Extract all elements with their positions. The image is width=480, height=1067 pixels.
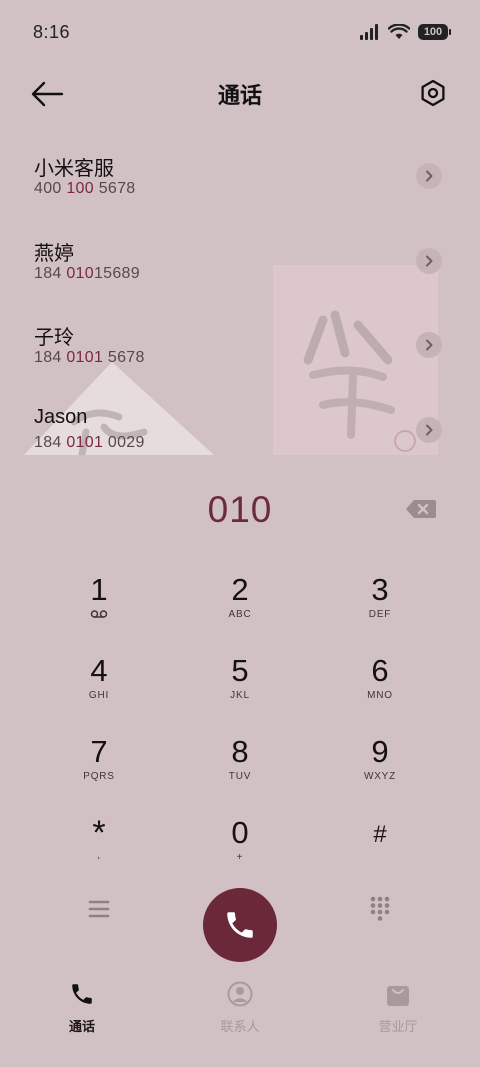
- key-3[interactable]: 3 DEF: [320, 560, 440, 632]
- key-letters: ABC: [228, 609, 252, 620]
- contact-number: 400 100 5678: [34, 180, 136, 197]
- key-digit: *: [92, 814, 106, 852]
- nav-label: 联系人: [220, 1019, 260, 1034]
- person-icon: [226, 980, 254, 1008]
- key-star[interactable]: * ,: [39, 803, 159, 875]
- key-0[interactable]: 0 +: [180, 803, 300, 875]
- contact-name: 小米客服: [34, 158, 114, 180]
- contact-row[interactable]: Jason 184 0101 0029: [0, 394, 480, 479]
- settings-icon[interactable]: [418, 78, 448, 108]
- key-digit: 9: [371, 734, 389, 769]
- contact-number: 184 0101 5678: [34, 349, 145, 366]
- contact-suggestions: 小米客服 400 100 5678 燕婷 184 01015689 子玲 184…: [0, 140, 480, 478]
- key-digit: 3: [371, 572, 389, 607]
- key-digit: #: [373, 821, 387, 848]
- status-bar: 8:16 100: [0, 0, 480, 64]
- dialed-number: 010: [207, 489, 273, 530]
- key-letters: PQRS: [83, 771, 115, 782]
- nav-item-calls[interactable]: 通话: [22, 980, 142, 1040]
- chevron-right-icon[interactable]: [416, 247, 442, 274]
- wifi-icon: [388, 24, 410, 39]
- key-letters: ,: [97, 850, 101, 861]
- dialed-number-display: 010: [0, 484, 480, 536]
- contact-number: 184 01015689: [34, 264, 140, 282]
- key-digit: 4: [90, 653, 108, 688]
- contact-row[interactable]: 小米客服 400 100 5678: [0, 140, 480, 225]
- key-2[interactable]: 2 ABC: [180, 560, 300, 632]
- dialpad-icon[interactable]: [369, 895, 391, 921]
- contact-row[interactable]: 子玲 184 0101 5678: [0, 309, 480, 394]
- key-letters: GHI: [88, 690, 110, 701]
- backspace-icon[interactable]: [404, 498, 438, 520]
- chevron-right-icon[interactable]: [416, 332, 442, 358]
- key-letters: DEF: [368, 609, 392, 620]
- status-icons: 100: [360, 24, 451, 40]
- battery-icon: 100: [418, 24, 451, 40]
- phone-icon: [227, 912, 253, 938]
- key-letters: TUV: [228, 771, 252, 782]
- page-title: 通话: [217, 83, 262, 108]
- contact-row[interactable]: 燕婷 184 01015689: [0, 225, 480, 310]
- bottom-nav: 通话 联系人 营业厅: [0, 980, 480, 1040]
- dialer-actions: [0, 886, 480, 966]
- key-letters: MNO: [367, 690, 393, 701]
- status-time: 8:16: [33, 21, 71, 42]
- key-8[interactable]: 8 TUV: [180, 722, 300, 794]
- menu-icon[interactable]: [87, 898, 111, 920]
- key-digit: 0: [231, 815, 249, 850]
- key-digit: 5: [231, 653, 249, 688]
- contact-name: 子玲: [34, 327, 74, 349]
- key-4[interactable]: 4 GHI: [39, 641, 159, 713]
- key-digit: 1: [90, 572, 108, 607]
- key-letters: +: [236, 852, 244, 863]
- key-hash[interactable]: #: [320, 803, 440, 875]
- contact-number: 184 0101 0029: [34, 433, 145, 451]
- key-6[interactable]: 6 MNO: [320, 641, 440, 713]
- header: 通话: [0, 68, 480, 120]
- contact-name: Jason: [34, 405, 88, 428]
- key-1[interactable]: 1: [39, 560, 159, 632]
- voicemail-icon: [90, 610, 108, 618]
- nav-item-service-hall[interactable]: 营业厅: [338, 980, 458, 1040]
- key-digit: 6: [371, 653, 389, 688]
- key-digit: 2: [231, 572, 249, 607]
- signal-icon: [360, 24, 378, 40]
- key-letters: JKL: [230, 690, 250, 701]
- contact-name: 燕婷: [34, 242, 74, 265]
- nav-item-contacts[interactable]: 联系人: [180, 980, 300, 1040]
- key-7[interactable]: 7 PQRS: [39, 722, 159, 794]
- nav-label: 通话: [68, 1019, 95, 1034]
- call-button[interactable]: [203, 888, 277, 962]
- back-arrow-icon[interactable]: [30, 80, 64, 108]
- phone-icon: [68, 980, 96, 1008]
- key-5[interactable]: 5 JKL: [180, 641, 300, 713]
- nav-label: 营业厅: [378, 1019, 418, 1034]
- bag-icon: [384, 980, 412, 1008]
- chevron-right-icon[interactable]: [416, 416, 442, 443]
- key-digit: 8: [231, 734, 249, 769]
- chevron-right-icon[interactable]: [416, 163, 442, 189]
- key-digit: 7: [90, 734, 108, 769]
- key-letters: WXYZ: [363, 771, 397, 782]
- key-9[interactable]: 9 WXYZ: [320, 722, 440, 794]
